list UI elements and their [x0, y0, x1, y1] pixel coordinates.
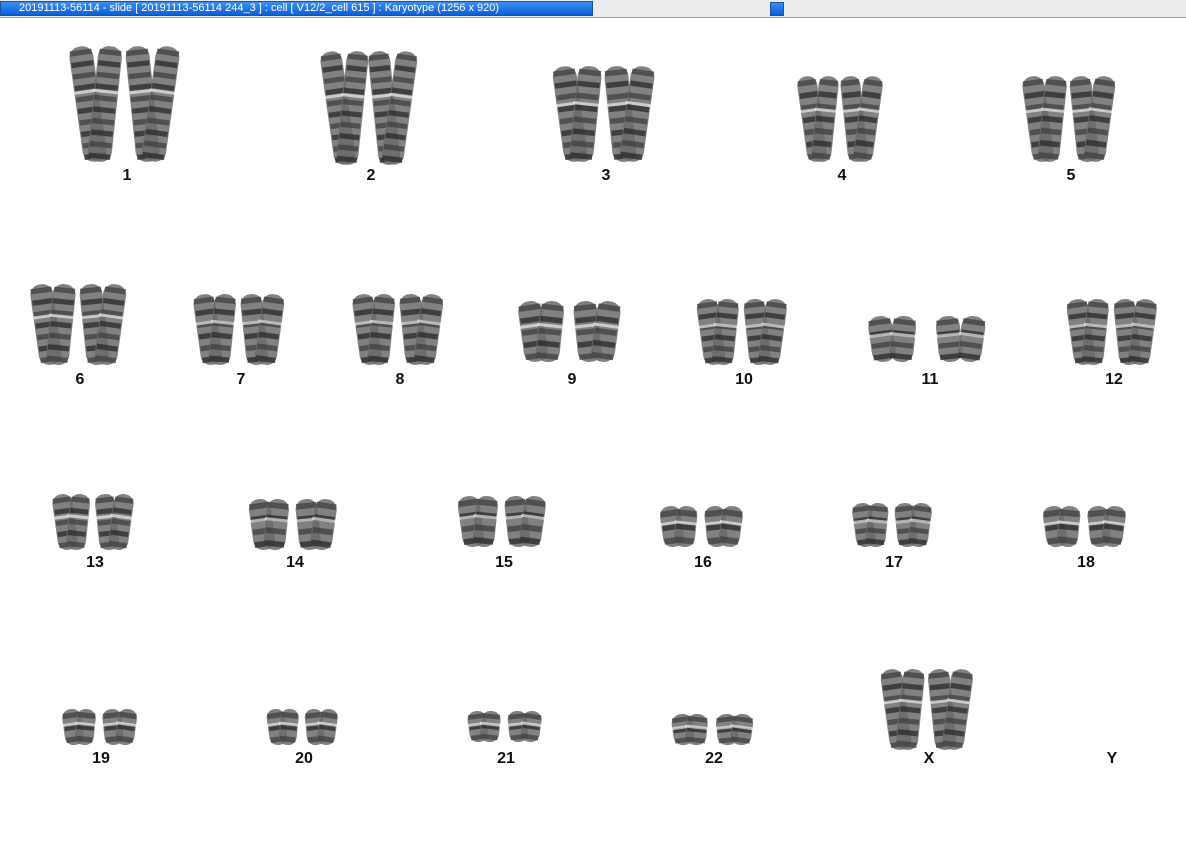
chromosome-image: [320, 51, 418, 165]
chromosome-pair[interactable]: [259, 707, 349, 747]
chromosome-image: [1022, 76, 1116, 162]
chromosome-label: 9: [567, 371, 577, 388]
chromosome-image: [29, 284, 126, 365]
chromosome-pair[interactable]: [1016, 74, 1126, 164]
chromosome-label: 12: [1105, 371, 1123, 388]
chromosome-pair[interactable]: [186, 292, 296, 367]
title-bar-handle[interactable]: [770, 2, 784, 16]
chromosome-pair[interactable]: [689, 297, 799, 367]
chromosome-label: 6: [75, 371, 85, 388]
chromosome-label: 13: [86, 554, 104, 571]
chromosome-image: [69, 46, 180, 162]
chromosome-image: [266, 708, 338, 746]
chromosome-label: 19: [92, 750, 110, 767]
chromosome-pair[interactable]: [850, 314, 1010, 364]
chromosome-pair[interactable]: [662, 712, 767, 747]
chromosome-pair[interactable]: [316, 49, 426, 167]
chromosome-image: [868, 315, 986, 363]
chromosome-pair[interactable]: [62, 44, 192, 164]
chromosome-image: [552, 66, 655, 162]
chromosome-pair[interactable]: [651, 504, 756, 549]
chromosome-label: 16: [694, 554, 712, 571]
chromosome-label: 14: [286, 554, 304, 571]
chromosome-image: [352, 294, 444, 365]
chromosome-label: 22: [705, 750, 723, 767]
chromosome-label: 7: [236, 371, 246, 388]
chromosome-pair[interactable]: [792, 74, 892, 164]
chromosome-label: 21: [497, 750, 515, 767]
chromosome-image: [1066, 299, 1157, 365]
chromosome-label: 15: [495, 554, 513, 571]
chromosome-image: [659, 505, 743, 548]
chromosome-image: [457, 495, 546, 548]
chromosome-image: [61, 708, 137, 746]
chromosome-pair[interactable]: [345, 292, 455, 367]
chromosome-image: [670, 713, 754, 746]
chromosome-pair[interactable]: [1034, 504, 1139, 549]
chromosome-label: 17: [885, 554, 903, 571]
chromosome-image: [797, 76, 883, 162]
chromosome-pair[interactable]: [45, 492, 145, 552]
chromosome-label: 4: [837, 167, 847, 184]
chromosome-label: 18: [1077, 554, 1095, 571]
chromosome-image: [852, 502, 932, 548]
window-title-bar: 20191113-56114 - slide [ 20191113-56114 …: [0, 0, 1186, 18]
chromosome-pair[interactable]: [449, 494, 559, 549]
karyotype-canvas: 1 2 3 4 5 6 7 8 9 10 11 12 13 14 15 16 17 18 19 20 21 22 X Y: [0, 19, 1186, 854]
chromosome-pair[interactable]: [1059, 297, 1169, 367]
chromosome-label: 1: [122, 167, 132, 184]
chromosome-pair[interactable]: [23, 282, 138, 367]
chromosome-pair[interactable]: [874, 667, 984, 752]
chromosome-image: [1042, 505, 1126, 548]
chromosome-pair[interactable]: [507, 299, 637, 364]
chromosome-pair[interactable]: [459, 709, 554, 744]
chromosome-pair[interactable]: [546, 64, 666, 164]
chromosome-label: X: [923, 750, 935, 767]
chromosome-label: Y: [1106, 750, 1118, 767]
chromosome-label: 5: [1066, 167, 1076, 184]
chromosome-image: [880, 669, 973, 750]
chromosome-pair[interactable]: [240, 497, 350, 552]
chromosome-pair[interactable]: [844, 501, 944, 549]
chromosome-image: [518, 300, 621, 363]
chromosome-label: 8: [395, 371, 405, 388]
chromosome-image: [52, 494, 134, 550]
chromosome-label: 10: [735, 371, 753, 388]
window-title[interactable]: 20191113-56114 - slide [ 20191113-56114 …: [0, 1, 593, 16]
chromosome-label: 20: [295, 750, 313, 767]
chromosome-label: 2: [366, 167, 376, 184]
chromosome-label: 11: [921, 371, 939, 388]
chromosome-image: [466, 710, 542, 743]
chromosome-label: 3: [601, 167, 611, 184]
chromosome-pair[interactable]: [54, 707, 149, 747]
chromosome-image: [248, 498, 337, 551]
chromosome-image: [193, 294, 285, 365]
chromosome-image: [696, 299, 787, 365]
